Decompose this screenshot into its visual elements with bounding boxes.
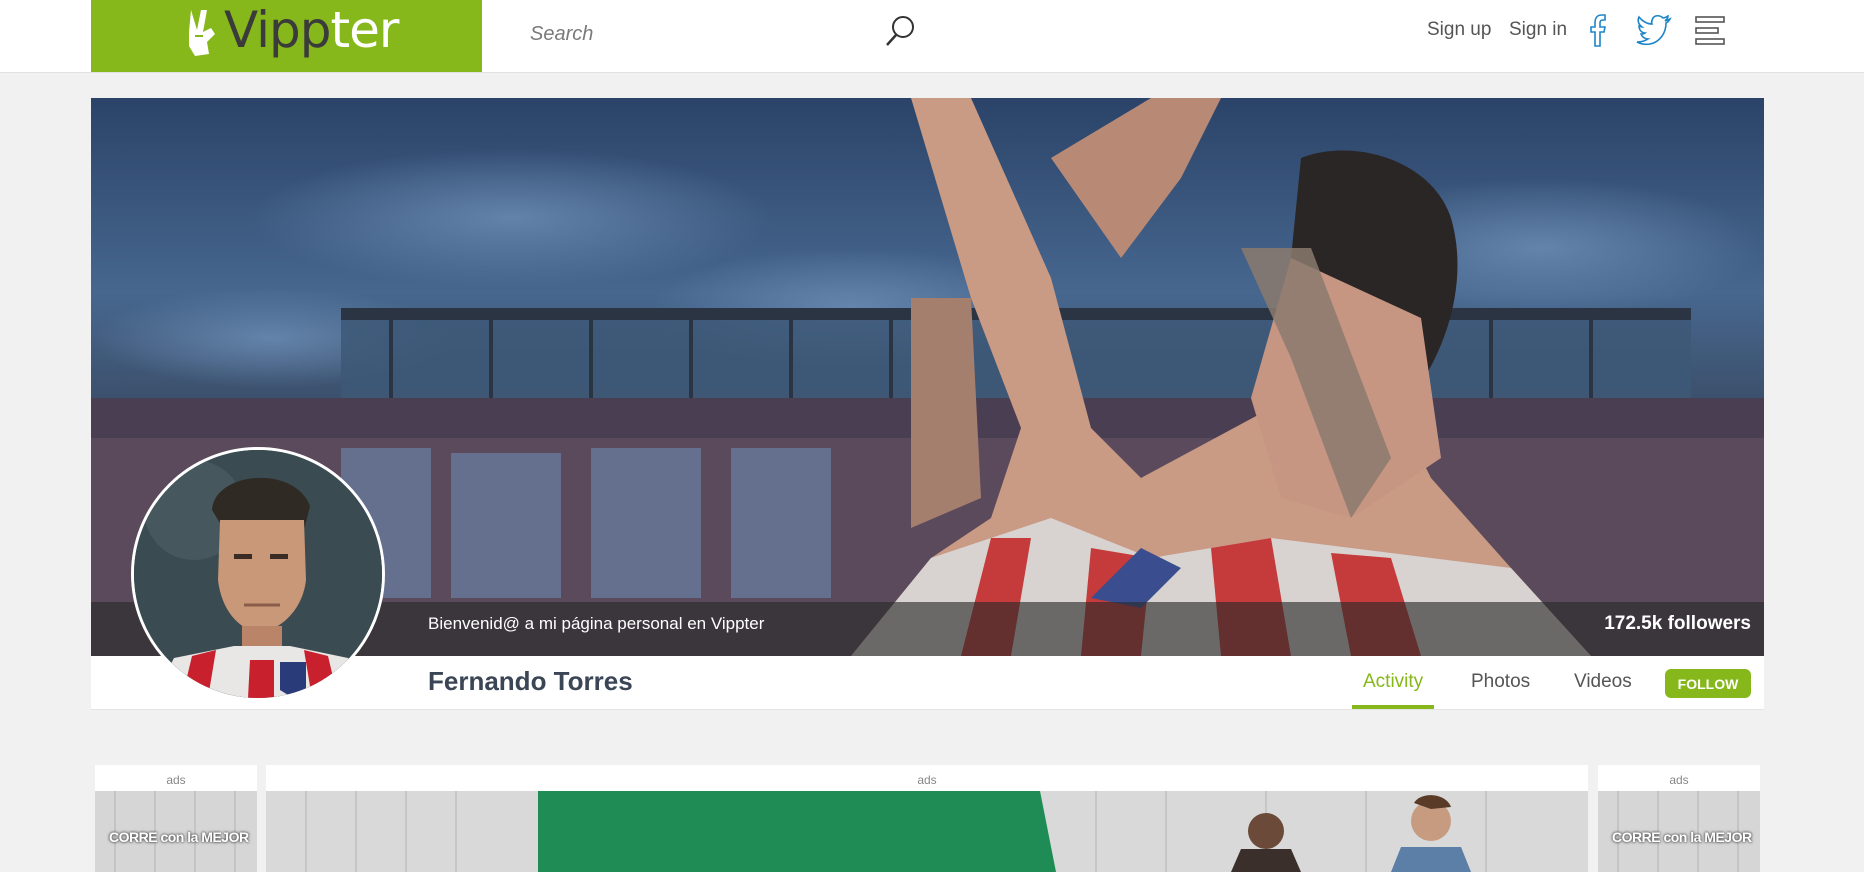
ad-left[interactable]: ads CORRE con la MEJOR — [95, 765, 257, 872]
search-icon[interactable] — [884, 14, 916, 48]
profile-name: Fernando Torres — [428, 666, 633, 696]
ad-label: ads — [917, 773, 937, 787]
follow-button[interactable]: FOLLOW — [1665, 669, 1751, 698]
ad-main-image — [266, 791, 1588, 872]
ad-main-banner[interactable] — [266, 791, 1588, 872]
sign-in-link[interactable]: Sign in — [1509, 19, 1567, 41]
menu-icon[interactable] — [1694, 14, 1728, 48]
logo-wordmark: Vippter — [224, 1, 399, 59]
search-input[interactable] — [528, 14, 872, 54]
top-navigation-bar: Vippter Sign up Sign in — [0, 0, 1864, 73]
active-tab-indicator — [1352, 705, 1434, 709]
ad-label: ads — [166, 773, 186, 787]
avatar[interactable] — [131, 447, 385, 701]
tab-activity[interactable]: Activity — [1363, 671, 1423, 693]
twitter-icon[interactable] — [1636, 14, 1672, 46]
tab-photos[interactable]: Photos — [1471, 671, 1530, 693]
ad-right-banner[interactable]: CORRE con la MEJOR — [1598, 791, 1760, 872]
tab-videos[interactable]: Videos — [1574, 671, 1632, 693]
sign-up-link[interactable]: Sign up — [1427, 19, 1491, 41]
cover-tagline: Bienvenid@ a mi página personal en Vippt… — [428, 614, 765, 633]
logo-text-part1: Vipp — [224, 1, 331, 59]
ad-main[interactable]: ads — [266, 765, 1588, 872]
ad-left-text: CORRE con la MEJOR — [109, 829, 249, 845]
ad-right-text: CORRE con la MEJOR — [1612, 829, 1752, 845]
avatar-image — [134, 450, 382, 698]
peace-hand-icon — [189, 10, 215, 56]
vippter-logo[interactable]: Vippter — [91, 0, 482, 72]
logo-text-part2: ter — [330, 1, 399, 59]
ad-left-banner[interactable]: CORRE con la MEJOR — [95, 791, 257, 872]
facebook-icon[interactable] — [1584, 12, 1612, 48]
ad-right[interactable]: ads CORRE con la MEJOR — [1598, 765, 1760, 872]
followers-count[interactable]: 172.5k followers — [1604, 613, 1751, 635]
ad-label: ads — [1669, 773, 1689, 787]
